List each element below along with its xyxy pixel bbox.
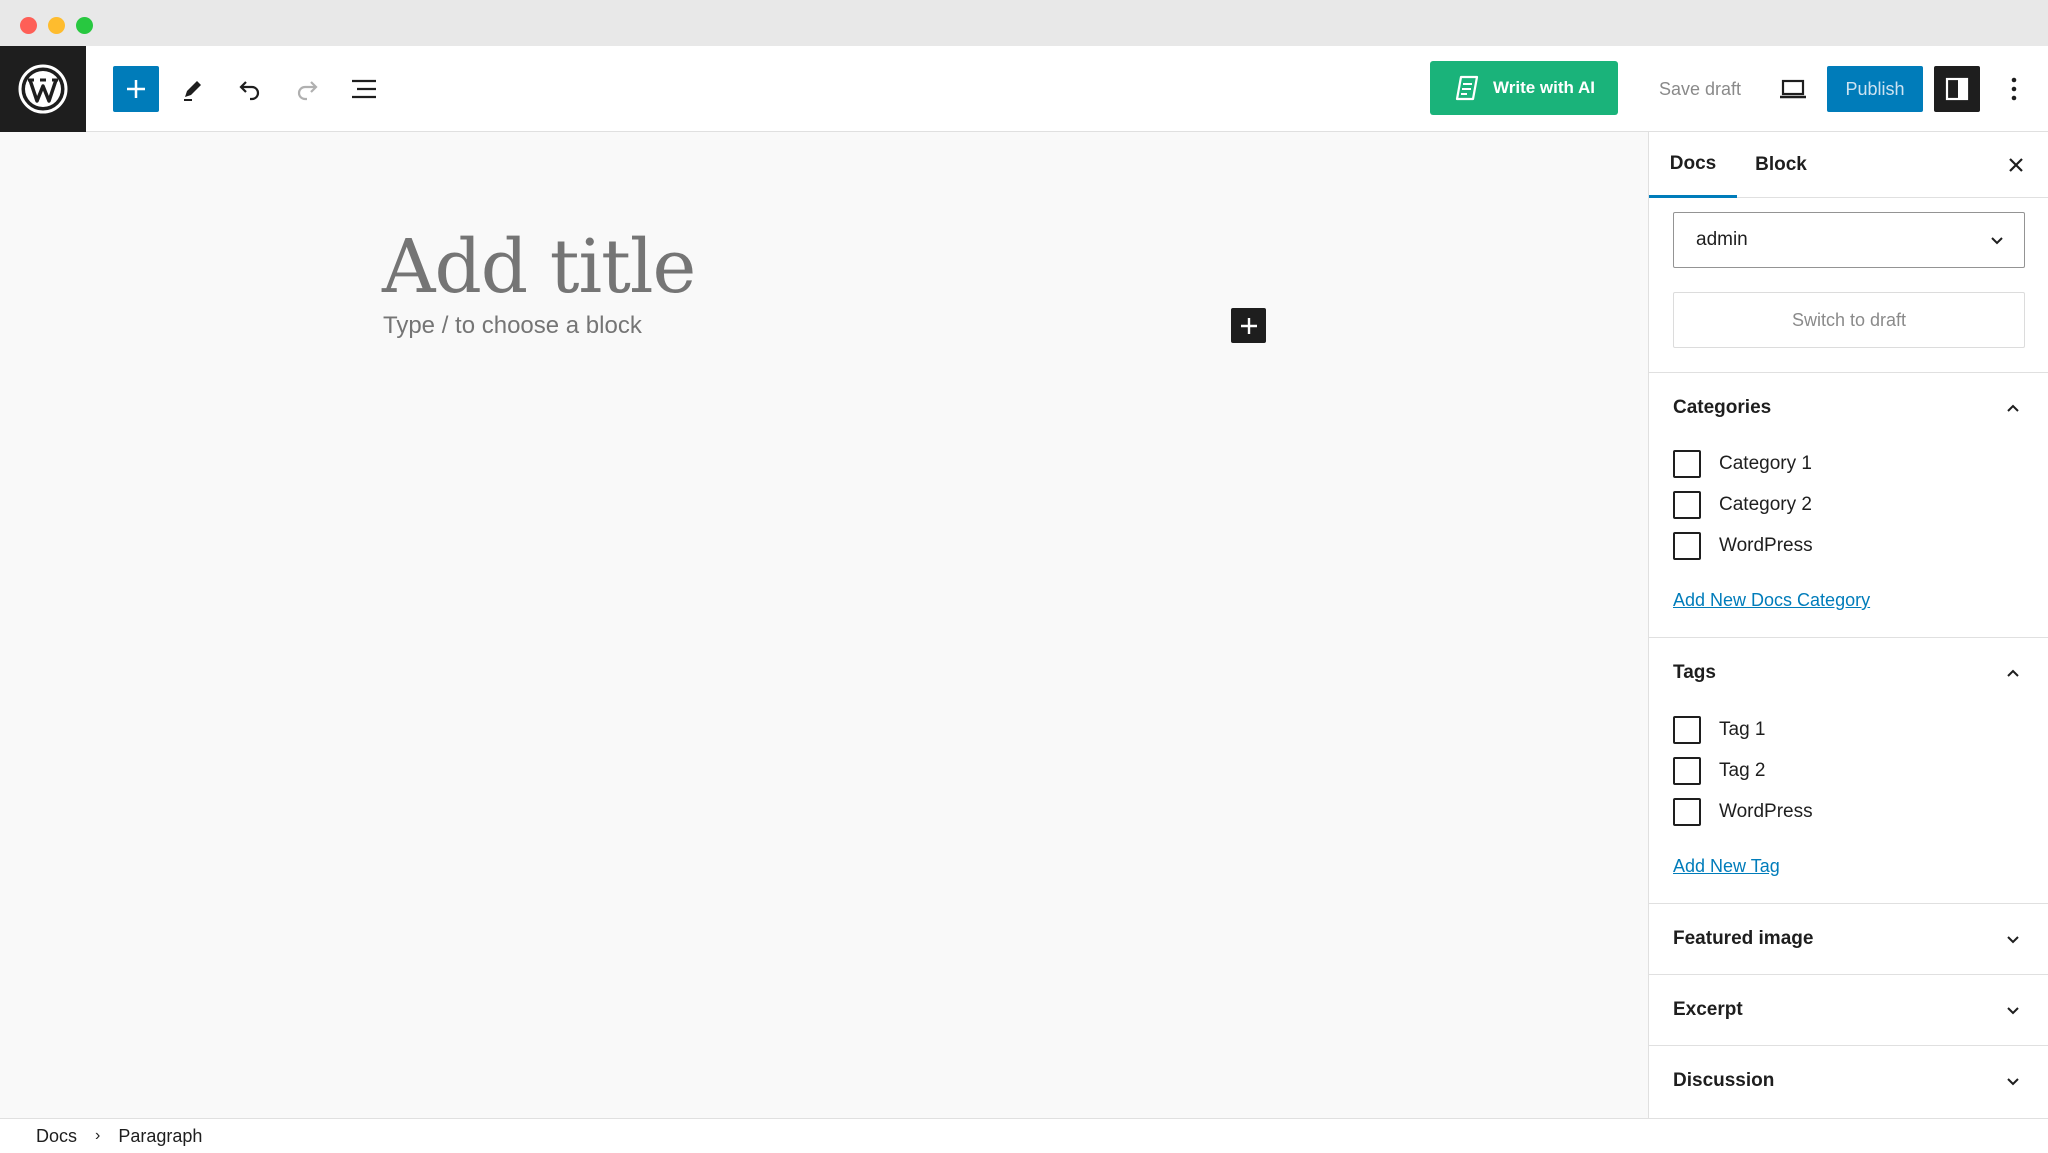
wordpress-icon [18, 64, 68, 114]
author-value: admin [1696, 229, 1748, 250]
write-with-ai-button[interactable]: Write with AI [1430, 61, 1618, 115]
breadcrumb-paragraph[interactable]: Paragraph [118, 1126, 202, 1147]
category-checkbox[interactable] [1673, 532, 1701, 560]
block-breadcrumb: Docs › Paragraph [0, 1118, 2048, 1153]
excerpt-title: Excerpt [1673, 999, 1743, 1020]
editor-toolbar: Write with AI Save draft Publish [0, 46, 2048, 132]
settings-sidebar-toggle[interactable] [1934, 66, 1980, 112]
category-item[interactable]: Category 2 [1673, 490, 1812, 520]
window-maximize-button[interactable] [76, 17, 93, 34]
add-new-tag-link[interactable]: Add New Tag [1673, 856, 1780, 877]
sidebar-icon [1945, 77, 1969, 101]
chevron-right-icon: › [95, 1127, 101, 1144]
close-icon [2009, 158, 2023, 172]
laptop-icon [1780, 79, 1806, 99]
tags-title: Tags [1673, 662, 1716, 683]
redo-button[interactable] [284, 66, 330, 112]
breadcrumb-docs[interactable]: Docs [36, 1126, 77, 1147]
add-new-category-link[interactable]: Add New Docs Category [1673, 590, 1870, 611]
divider [1649, 974, 2048, 975]
window-minimize-button[interactable] [48, 17, 65, 34]
tab-block[interactable]: Block [1737, 132, 1825, 198]
tags-panel-header[interactable]: Tags [1673, 658, 2025, 688]
category-label: WordPress [1719, 535, 1813, 556]
block-inserter-button[interactable] [113, 66, 159, 112]
tag-item[interactable]: Tag 1 [1673, 715, 1765, 745]
preview-button[interactable] [1770, 66, 1816, 112]
featured-image-panel-header[interactable]: Featured image [1673, 924, 2025, 954]
tab-docs[interactable]: Docs [1649, 132, 1737, 198]
tag-checkbox[interactable] [1673, 757, 1701, 785]
excerpt-panel-header[interactable]: Excerpt [1673, 995, 2025, 1025]
discussion-panel-header[interactable]: Discussion [1673, 1066, 2025, 1096]
window-close-button[interactable] [20, 17, 37, 34]
inline-block-inserter-button[interactable] [1231, 308, 1266, 343]
tag-item[interactable]: WordPress [1673, 797, 1813, 827]
category-label: Category 2 [1719, 494, 1812, 515]
category-checkbox[interactable] [1673, 450, 1701, 478]
publish-button[interactable]: Publish [1827, 66, 1923, 112]
category-item[interactable]: Category 1 [1673, 449, 1812, 479]
tag-item[interactable]: Tag 2 [1673, 756, 1765, 786]
divider [1649, 372, 2048, 373]
more-vertical-icon [2011, 77, 2017, 101]
undo-button[interactable] [227, 66, 273, 112]
post-title-input[interactable]: Add title [382, 224, 696, 310]
chevron-down-icon [2001, 927, 2025, 951]
plus-icon [1240, 317, 1257, 334]
paragraph-block-placeholder[interactable]: Type / to choose a block [383, 312, 642, 340]
tag-label: Tag 2 [1719, 760, 1766, 781]
discussion-title: Discussion [1673, 1070, 1775, 1091]
tag-checkbox[interactable] [1673, 798, 1701, 826]
chevron-down-icon [2001, 998, 2025, 1022]
divider [1649, 637, 2048, 638]
sidebar-tabs: Docs Block [1649, 132, 2048, 198]
tag-label: WordPress [1719, 801, 1813, 822]
chevron-up-icon [2001, 661, 2025, 685]
ai-writer-icon [1455, 75, 1479, 101]
category-label: Category 1 [1719, 453, 1812, 474]
category-item[interactable]: WordPress [1673, 531, 1813, 561]
save-draft-button[interactable]: Save draft [1640, 66, 1760, 112]
divider [1649, 903, 2048, 904]
wordpress-logo-button[interactable] [0, 46, 86, 132]
tools-button[interactable] [170, 66, 216, 112]
plus-icon [127, 80, 145, 98]
write-with-ai-label: Write with AI [1493, 78, 1595, 97]
tag-checkbox[interactable] [1673, 716, 1701, 744]
tag-label: Tag 1 [1719, 719, 1766, 740]
divider [1649, 1045, 2048, 1046]
window-titlebar [0, 0, 2048, 46]
options-menu-button[interactable] [1991, 66, 2037, 112]
author-select[interactable]: admin [1673, 212, 2025, 268]
switch-to-draft-button[interactable]: Switch to draft [1673, 292, 2025, 348]
settings-sidebar: Docs Block admin Switch to draft Categor… [1648, 132, 2048, 1118]
category-checkbox[interactable] [1673, 491, 1701, 519]
pencil-icon [184, 81, 201, 101]
list-view-icon [352, 79, 376, 99]
chevron-down-icon [1991, 237, 2003, 245]
editor-canvas[interactable]: Add title Type / to choose a block [0, 132, 1648, 1118]
categories-panel-header[interactable]: Categories [1673, 393, 2025, 423]
document-overview-button[interactable] [341, 66, 387, 112]
redo-icon [297, 81, 318, 101]
close-sidebar-button[interactable] [1993, 142, 2039, 188]
chevron-up-icon [2001, 396, 2025, 420]
undo-icon [239, 81, 260, 101]
categories-title: Categories [1673, 397, 1772, 418]
chevron-down-icon [2001, 1069, 2025, 1093]
featured-image-title: Featured image [1673, 928, 1814, 949]
